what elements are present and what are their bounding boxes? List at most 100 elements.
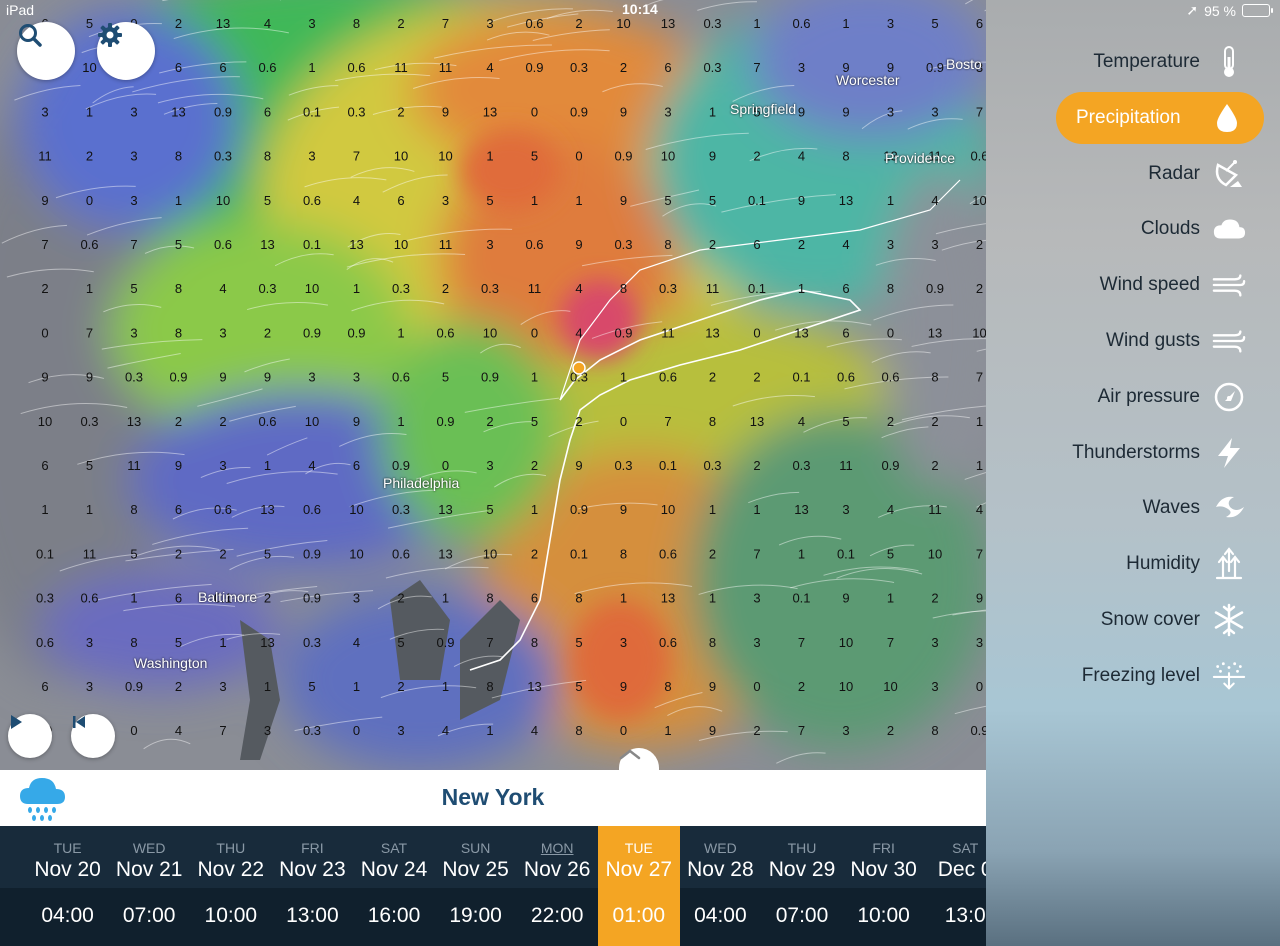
play-button[interactable]	[8, 714, 52, 758]
timeline[interactable]: 19 0 TUE Nov 20 04:00 WED Nov 21 07:00 THU Nov 22…	[0, 826, 986, 946]
svg-text:3: 3	[264, 723, 271, 738]
timeline-date: Nov 27	[605, 858, 673, 881]
svg-text:9: 9	[620, 502, 627, 517]
timeline-slot[interactable]: 19 0	[0, 826, 27, 946]
svg-text:7: 7	[219, 723, 226, 738]
svg-text:10: 10	[349, 502, 363, 517]
svg-text:10: 10	[839, 679, 853, 694]
city-label-washington: Washington	[134, 655, 207, 671]
svg-text:9: 9	[620, 679, 627, 694]
svg-text:2: 2	[397, 679, 404, 694]
svg-text:13: 13	[794, 502, 808, 517]
layer-clouds[interactable]: Clouds	[1121, 203, 1266, 255]
svg-text:4: 4	[575, 325, 582, 340]
svg-text:11: 11	[528, 281, 542, 296]
timeline-slot[interactable]: WED Nov 28 04:00	[679, 826, 761, 946]
layer-air-pressure[interactable]: Air pressure	[1078, 371, 1266, 423]
svg-text:5: 5	[531, 149, 538, 164]
layer-wind-gusts[interactable]: Wind gusts	[1086, 315, 1266, 367]
svg-text:1: 1	[41, 502, 48, 517]
location-marker[interactable]	[572, 361, 586, 375]
svg-text:1: 1	[531, 502, 538, 517]
svg-text:3: 3	[353, 591, 360, 606]
svg-text:1: 1	[753, 502, 760, 517]
search-icon	[19, 24, 42, 47]
layer-precipitation[interactable]: Precipitation	[1056, 91, 1264, 144]
timeline-slot[interactable]: TUE Nov 20 04:00	[27, 826, 109, 946]
svg-text:0.3: 0.3	[125, 370, 143, 385]
svg-text:0.1: 0.1	[748, 193, 766, 208]
lightning-icon	[1212, 436, 1246, 470]
svg-text:3: 3	[130, 325, 137, 340]
layer-thunderstorms[interactable]: Thunderstorms	[1052, 427, 1266, 479]
svg-text:0: 0	[531, 325, 538, 340]
timeline-slot[interactable]: TUE Nov 27 01:00	[597, 826, 680, 946]
timeline-slot[interactable]: SAT Dec 0 13:0	[924, 826, 986, 946]
svg-text:3: 3	[664, 104, 671, 119]
settings-button[interactable]	[97, 22, 155, 80]
timeline-slot[interactable]: WED Nov 21 07:00	[108, 826, 190, 946]
svg-text:4: 4	[798, 414, 805, 429]
layer-temperature[interactable]: Temperature	[1073, 36, 1266, 88]
svg-text:10: 10	[349, 546, 363, 561]
svg-text:0: 0	[753, 679, 760, 694]
svg-text:0: 0	[887, 325, 894, 340]
svg-text:3: 3	[86, 635, 93, 650]
svg-text:3: 3	[442, 193, 449, 208]
svg-text:0.9: 0.9	[614, 149, 632, 164]
timeline-slot[interactable]: FRI Nov 30 10:00	[843, 826, 925, 946]
svg-text:13: 13	[839, 193, 853, 208]
svg-text:1: 1	[264, 679, 271, 694]
svg-text:13: 13	[127, 414, 141, 429]
svg-text:6: 6	[842, 281, 849, 296]
humidity-icon	[1212, 547, 1246, 581]
chevron-up-icon	[619, 749, 641, 760]
skip-to-start-button[interactable]	[71, 714, 115, 758]
svg-text:13: 13	[928, 325, 942, 340]
device-name: iPad	[6, 2, 35, 18]
layer-label: Radar	[1148, 162, 1200, 184]
svg-text:4: 4	[931, 193, 938, 208]
precipitation-map[interactable]: 6592134382730.6210130.310.613560100660.6…	[0, 0, 986, 770]
layer-label: Wind speed	[1099, 274, 1200, 296]
snowflake-icon	[1212, 603, 1246, 637]
layer-label: Precipitation	[1076, 106, 1181, 128]
svg-text:7: 7	[353, 149, 360, 164]
svg-text:2: 2	[753, 149, 760, 164]
svg-text:4: 4	[175, 723, 182, 738]
timeline-slot[interactable]: THU Nov 22 10:00	[190, 826, 272, 946]
layer-freezing-level[interactable]: Freezing level	[1062, 650, 1266, 702]
layer-humidity[interactable]: Humidity	[1106, 538, 1266, 590]
svg-text:0: 0	[442, 458, 449, 473]
svg-text:6: 6	[175, 591, 182, 606]
timeline-slot[interactable]: SAT Nov 24 16:00	[353, 826, 435, 946]
svg-text:11: 11	[83, 546, 97, 561]
svg-text:0.9: 0.9	[881, 458, 899, 473]
timeline-slot[interactable]: THU Nov 29 07:00	[761, 826, 843, 946]
search-button[interactable]	[17, 22, 75, 80]
layer-waves[interactable]: Waves	[1123, 482, 1266, 534]
layer-snow-cover[interactable]: Snow cover	[1081, 594, 1266, 646]
svg-text:3: 3	[41, 104, 48, 119]
svg-text:2: 2	[442, 281, 449, 296]
timeline-slot[interactable]: MON Nov 26 22:00	[516, 826, 598, 946]
svg-text:0.6: 0.6	[36, 635, 54, 650]
svg-text:0.9: 0.9	[570, 104, 588, 119]
timeline-slot[interactable]: SUN Nov 25 19:00	[435, 826, 517, 946]
layer-wind-speed[interactable]: Wind speed	[1080, 259, 1266, 311]
location-bar[interactable]: New York	[0, 770, 986, 826]
svg-text:3: 3	[353, 370, 360, 385]
svg-text:7: 7	[86, 325, 93, 340]
timeline-date: 19	[0, 858, 27, 882]
layer-radar[interactable]: Radar	[1128, 148, 1266, 200]
map-canvas[interactable]: 6592134382730.6210130.310.613560100660.6…	[0, 0, 986, 770]
svg-text:3: 3	[753, 591, 760, 606]
svg-text:1: 1	[531, 193, 538, 208]
svg-text:2: 2	[175, 679, 182, 694]
svg-text:7: 7	[664, 414, 671, 429]
svg-text:2: 2	[753, 723, 760, 738]
timeline-slot[interactable]: FRI Nov 23 13:00	[271, 826, 353, 946]
timeline-dow: MON	[540, 840, 574, 856]
svg-text:0.9: 0.9	[214, 104, 232, 119]
svg-text:5: 5	[175, 635, 182, 650]
